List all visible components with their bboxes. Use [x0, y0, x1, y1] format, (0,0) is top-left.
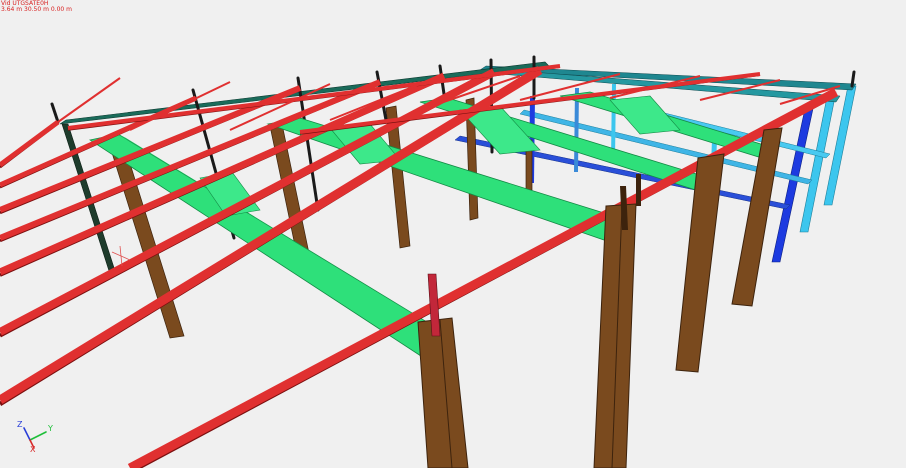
axis-z-label: Z — [17, 420, 23, 429]
status-coordinates: 3.64 m 30.50 m 0.00 m — [1, 6, 72, 13]
axis-x-label: X — [30, 445, 36, 454]
axis-y-line — [29, 431, 47, 441]
axis-triad-icon — [23, 427, 47, 449]
structure-3d-view[interactable] — [0, 0, 906, 468]
roof-post[interactable] — [850, 70, 856, 88]
column-cap[interactable] — [636, 174, 641, 206]
roof-post[interactable] — [50, 102, 60, 124]
model-3d-viewport[interactable]: Vid UTGSATE0H 3.64 m 30.50 m 0.00 m Z Y … — [0, 0, 906, 468]
axis-y-label: Y — [48, 424, 53, 433]
purlin-red[interactable] — [0, 119, 60, 168]
purlin-red[interactable] — [127, 88, 839, 468]
column-brown-front[interactable] — [593, 203, 637, 468]
roof-post[interactable] — [375, 70, 388, 122]
axis-z-line — [23, 427, 31, 441]
column-brown-front[interactable] — [417, 317, 469, 468]
